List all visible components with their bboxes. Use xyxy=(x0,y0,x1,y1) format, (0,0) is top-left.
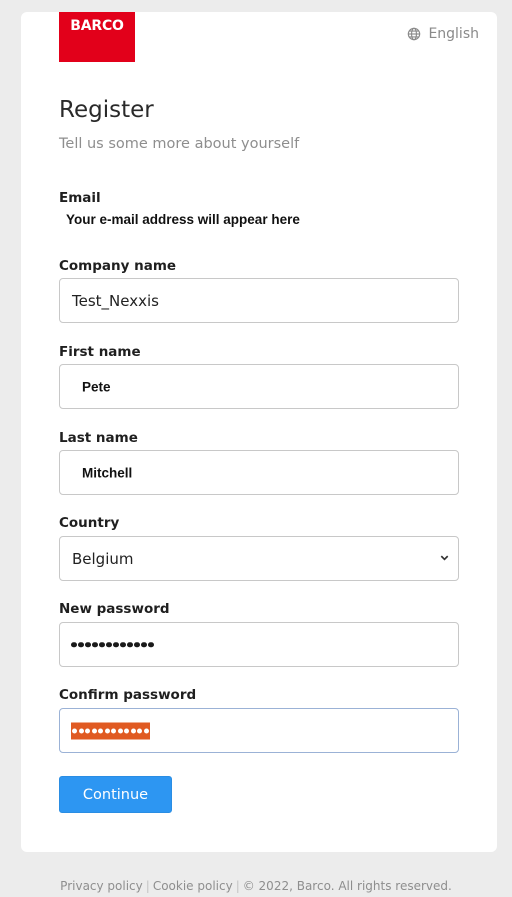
password-dot xyxy=(92,641,98,648)
password-dot xyxy=(99,641,105,648)
first-name-label: First name xyxy=(59,344,141,360)
password-dot xyxy=(134,641,140,648)
password-dot xyxy=(148,641,154,648)
password-dot xyxy=(72,728,77,733)
company-name-label: Company name xyxy=(59,258,177,274)
confirm-password-label: Confirm password xyxy=(59,687,197,703)
company-name-field[interactable]: Test_Nexxis xyxy=(59,278,459,323)
password-dot xyxy=(117,728,123,733)
password-dot xyxy=(120,641,126,648)
password-dot xyxy=(106,641,112,648)
password-dot xyxy=(137,728,142,733)
password-dot xyxy=(113,641,119,648)
last-name-field[interactable]: Mitchell xyxy=(59,450,459,495)
password-dot xyxy=(78,641,84,648)
footer: Privacy policy | Cookie policy | © 2022, Bar… xyxy=(0,879,512,893)
first-name-field[interactable]: Pete xyxy=(59,364,459,409)
privacy-policy-link[interactable]: Privacy policy xyxy=(60,879,143,893)
country-label: Country xyxy=(59,515,120,531)
chevron-down-icon xyxy=(439,550,450,568)
copyright-text: © 2022, Barco. All rights reserved. xyxy=(242,879,452,893)
password-dot xyxy=(78,728,84,733)
last-name-value: Mitchell xyxy=(82,465,133,480)
new-password-label: New password xyxy=(59,601,170,617)
logo-text: BARCO xyxy=(70,18,124,34)
password-dot xyxy=(141,641,147,648)
email-value: Your e-mail address will appear here xyxy=(66,212,300,227)
company-name-value: Test_Nexxis xyxy=(72,291,159,310)
password-dot xyxy=(127,641,133,648)
confirm-password-field[interactable] xyxy=(59,708,459,753)
page-subtitle: Tell us some more about yourself xyxy=(59,136,300,152)
new-password-mask xyxy=(71,641,154,648)
password-dot xyxy=(130,728,136,733)
password-dot xyxy=(111,728,116,733)
password-dot xyxy=(104,728,110,733)
language-label: English xyxy=(428,26,479,42)
password-dot xyxy=(124,728,129,733)
password-dot xyxy=(85,728,90,733)
barco-logo: BARCO xyxy=(59,12,135,62)
language-selector[interactable]: English xyxy=(407,26,479,42)
password-dot xyxy=(91,728,97,733)
country-select[interactable]: Belgium xyxy=(59,536,459,581)
password-dot xyxy=(85,641,91,648)
page-title: Register xyxy=(59,97,154,123)
password-dot xyxy=(143,728,149,733)
first-name-value: Pete xyxy=(82,379,111,394)
footer-separator: | xyxy=(145,879,150,893)
globe-icon xyxy=(407,27,421,41)
email-label: Email xyxy=(59,190,101,206)
password-dot xyxy=(98,728,103,733)
continue-button[interactable]: Continue xyxy=(59,776,172,813)
last-name-label: Last name xyxy=(59,430,138,446)
footer-separator: | xyxy=(235,879,240,893)
country-value: Belgium xyxy=(72,549,134,568)
new-password-field[interactable] xyxy=(59,622,459,667)
password-dot xyxy=(71,641,77,648)
confirm-password-mask xyxy=(71,722,150,739)
cookie-policy-link[interactable]: Cookie policy xyxy=(153,879,233,893)
